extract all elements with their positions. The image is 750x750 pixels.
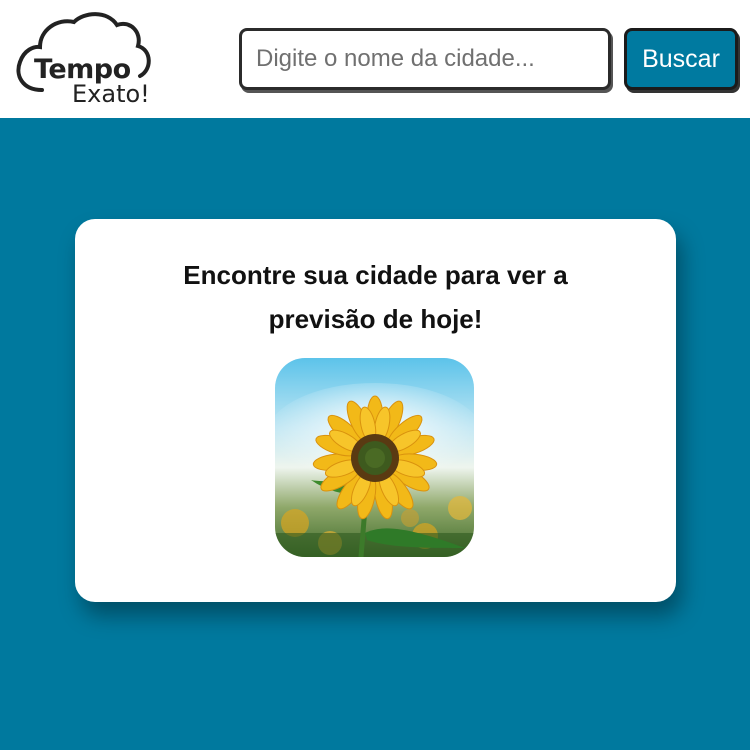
search-button[interactable]: Buscar <box>624 28 738 90</box>
logo-text-exato: Exato! <box>72 80 150 108</box>
welcome-card: Encontre sua cidade para ver a previsão … <box>75 219 676 602</box>
card-title: Encontre sua cidade para ver a previsão … <box>183 260 568 334</box>
logo[interactable]: Tempo Exato! <box>12 10 162 108</box>
search-input[interactable] <box>239 28 611 90</box>
sunflower-photo <box>275 358 474 557</box>
header: Tempo Exato! Buscar <box>0 0 750 118</box>
